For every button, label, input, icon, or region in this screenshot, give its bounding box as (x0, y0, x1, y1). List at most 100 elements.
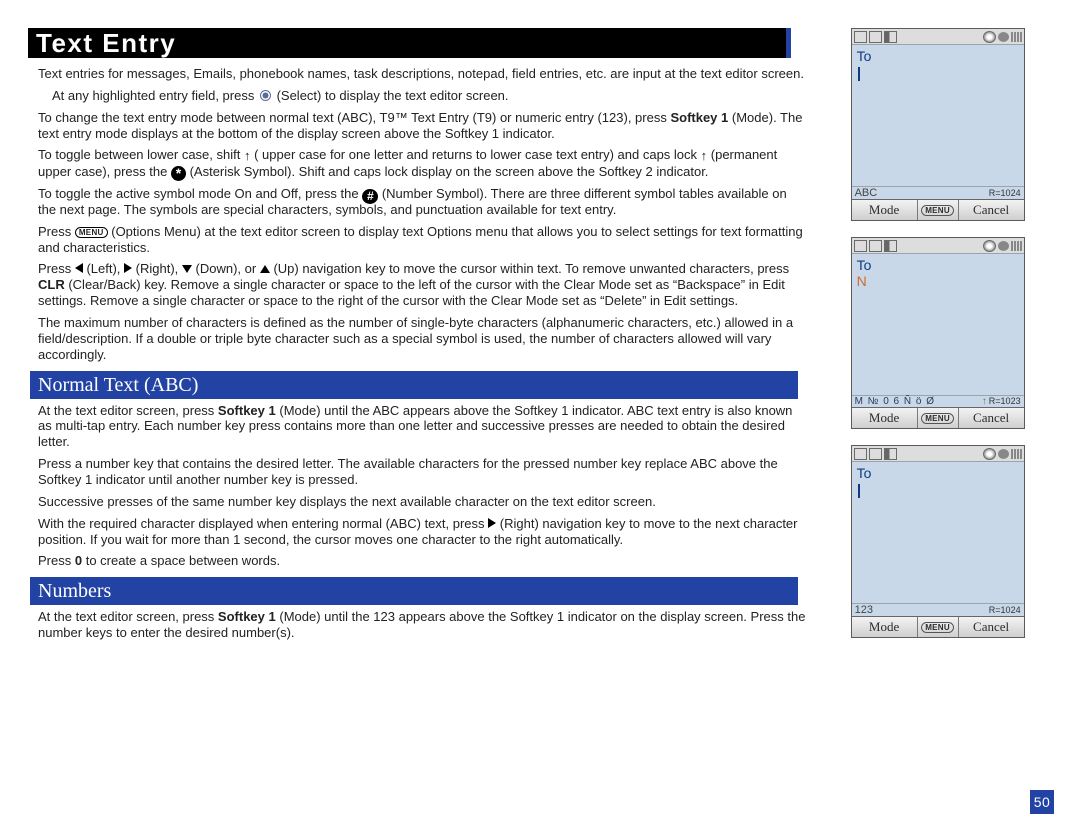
entered-char: N (857, 273, 867, 289)
asterisk-key-icon: * (171, 166, 186, 181)
bold-zero: 0 (75, 553, 82, 568)
card-icon (869, 31, 882, 43)
right-column: To ABC R=1024 Mode MENU Cancel (825, 28, 1050, 647)
status-bar (852, 446, 1024, 462)
section-num-header: Numbers (30, 577, 798, 605)
page-number: 50 (1030, 790, 1054, 814)
left-arrow-icon (75, 263, 83, 273)
menu-label: MENU (921, 413, 954, 424)
right-arrow-icon (124, 263, 132, 273)
to-label: To (857, 48, 1019, 64)
globe-icon (983, 31, 996, 43)
battery-icon (854, 31, 867, 43)
capslock-arrow-icon (701, 148, 708, 164)
mode-bar: M № 0 6 Ñ ö Ø ↑R=1023 (852, 395, 1024, 407)
shift-arrow-icon (244, 148, 251, 164)
battery-icon (854, 448, 867, 460)
softkey-row: Mode MENU Cancel (852, 407, 1024, 428)
antenna-icon (998, 449, 1009, 459)
status-bar (852, 238, 1024, 254)
menu-label: MENU (921, 622, 954, 633)
t: (Options Menu) at the text editor screen… (38, 224, 803, 255)
t: At any highlighted entry field, press (52, 88, 258, 103)
softkey-cancel[interactable]: Cancel (959, 200, 1024, 220)
battery-icon (854, 240, 867, 252)
abc-p4: With the required character displayed wh… (30, 516, 807, 548)
select-icon (260, 90, 271, 101)
antenna-icon (998, 241, 1009, 251)
softkey-cancel[interactable]: Cancel (959, 617, 1024, 637)
left-column: Text Entry Text entries for messages, Em… (30, 28, 807, 647)
bold-clr: CLR (38, 277, 65, 292)
abc-p1: At the text editor screen, press Softkey… (30, 403, 807, 451)
softkey-menu[interactable]: MENU (918, 617, 959, 637)
t: At the text editor screen, press (38, 403, 218, 418)
softkey-row: Mode MENU Cancel (852, 199, 1024, 220)
globe-icon (983, 448, 996, 460)
t: (Down), or (196, 261, 260, 276)
mode-indicator: 123 (855, 604, 873, 616)
phone-screen-123: To 123 R=1024 Mode MENU Cancel (851, 445, 1025, 638)
abc-p2: Press a number key that contains the des… (30, 456, 807, 488)
mode-bar: 123 R=1024 (852, 603, 1024, 616)
screen-body: To (852, 462, 1024, 603)
to-label: To (857, 257, 1019, 273)
para-select: At any highlighted entry field, press (S… (30, 88, 807, 104)
softkey-mode[interactable]: Mode (852, 408, 918, 428)
title-band: Text Entry (28, 28, 791, 58)
t: (Up) navigation key to move the cursor w… (273, 261, 789, 276)
para-options-menu: Press MENU (Options Menu) at the text ed… (30, 224, 807, 256)
num-p1: At the text editor screen, press Softkey… (30, 609, 807, 641)
cursor-icon (857, 484, 860, 498)
section-abc-header: Normal Text (ABC) (30, 371, 798, 399)
t: (Asterisk Symbol). Shift and caps lock d… (190, 164, 709, 179)
cursor-icon (857, 67, 860, 81)
up-arrow-icon (260, 265, 270, 273)
softkey-mode[interactable]: Mode (852, 200, 918, 220)
t: (Select) to display the text editor scre… (277, 88, 509, 103)
number-key-icon: # (362, 189, 378, 204)
abc-p5: Press 0 to create a space between words. (30, 553, 807, 569)
page-title: Text Entry (28, 28, 176, 59)
antenna-icon (998, 32, 1009, 42)
softkey-mode[interactable]: Mode (852, 617, 918, 637)
t: With the required character displayed wh… (38, 516, 488, 531)
t: (Left), (86, 261, 124, 276)
t: Press (38, 553, 75, 568)
signal-icon (1011, 449, 1022, 459)
t: At the text editor screen, press (38, 609, 218, 624)
softkey-menu[interactable]: MENU (918, 408, 959, 428)
phone-screen-multitap: To N M № 0 6 Ñ ö Ø ↑R=1023 Mode MENU Can… (851, 237, 1025, 429)
softkey-cancel[interactable]: Cancel (959, 408, 1024, 428)
softkey-menu[interactable]: MENU (918, 200, 959, 220)
t: Press (38, 261, 75, 276)
screen-body: To N (852, 254, 1024, 395)
screen-body: To (852, 45, 1024, 186)
para-change-mode: To change the text entry mode between no… (30, 110, 807, 142)
phone-screen-abc: To ABC R=1024 Mode MENU Cancel (851, 28, 1025, 221)
bold-softkey1: Softkey 1 (670, 110, 728, 125)
mode-indicator: ABC (855, 187, 878, 199)
bars-icon (884, 448, 897, 460)
t: To toggle between lower case, shift (38, 147, 244, 162)
char-remaining: R=1024 (989, 188, 1021, 198)
mode-bar: ABC R=1024 (852, 186, 1024, 199)
t: to create a space between words. (86, 553, 280, 568)
para-maxchars: The maximum number of characters is defi… (30, 315, 807, 363)
bold-softkey1: Softkey 1 (218, 403, 276, 418)
down-arrow-icon (182, 265, 192, 273)
signal-icon (1011, 32, 1022, 42)
t: To change the text entry mode between no… (38, 110, 670, 125)
para-nav-keys: Press (Left), (Right), (Down), or (Up) n… (30, 261, 807, 309)
para-intro: Text entries for messages, Emails, phone… (30, 66, 807, 82)
bars-icon (884, 240, 897, 252)
to-label: To (857, 465, 1019, 481)
card-icon (869, 448, 882, 460)
softkey-row: Mode MENU Cancel (852, 616, 1024, 637)
para-symbol-mode: To toggle the active symbol mode On and … (30, 186, 807, 218)
r-value: R=1023 (989, 396, 1021, 406)
para-toggle-case: To toggle between lower case, shift ( up… (30, 147, 807, 179)
globe-icon (983, 240, 996, 252)
right-arrow-icon (488, 518, 496, 528)
menu-pill-icon: MENU (75, 227, 108, 239)
